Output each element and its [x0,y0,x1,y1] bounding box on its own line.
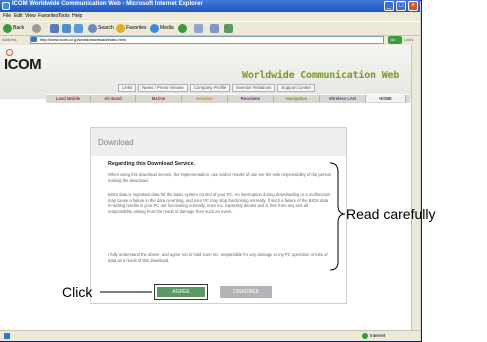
read-carefully-brace [329,162,346,271]
read-carefully-annotation: Read carefully [346,206,436,222]
click-annotation: Click [62,284,93,300]
